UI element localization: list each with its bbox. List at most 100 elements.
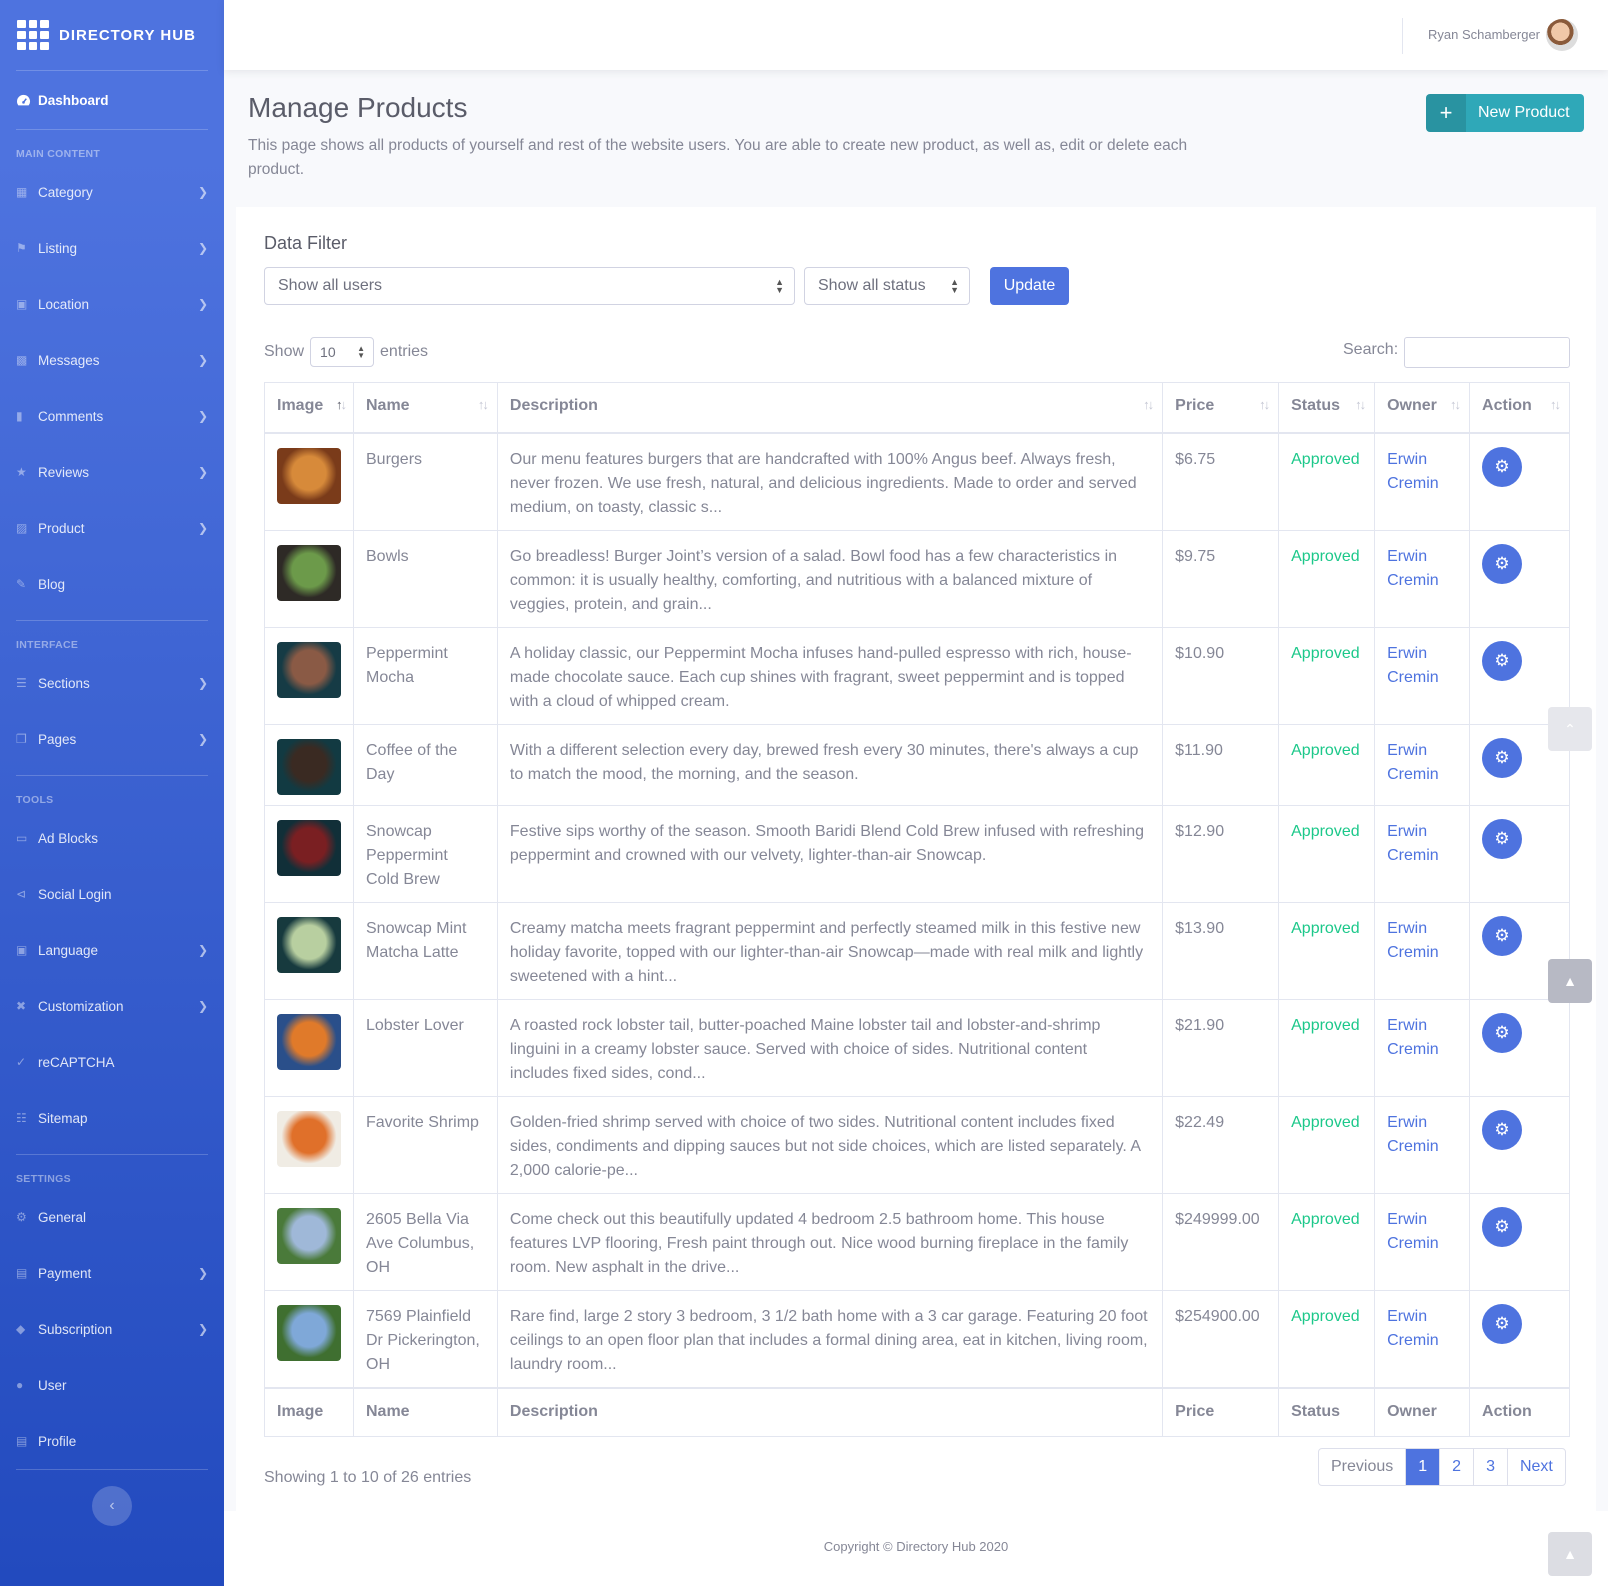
sidebar-item-recaptcha[interactable]: ✓ reCAPTCHA — [0, 1034, 224, 1090]
sidebar-item-product[interactable]: ▨ Product ❯ — [0, 500, 224, 556]
column-header[interactable]: Status ↑↓ — [1278, 382, 1376, 434]
brand-link[interactable]: DIRECTORY HUB — [0, 0, 224, 70]
sidebar-item-profile[interactable]: ▤ Profile — [0, 1413, 224, 1469]
row-action-button[interactable]: ⚙ — [1482, 915, 1523, 956]
sidebar-toggle-button[interactable]: ‹ — [92, 1486, 132, 1526]
product-thumbnail[interactable] — [277, 1013, 341, 1070]
column-header-label: Image — [277, 397, 324, 414]
product-thumbnail[interactable] — [277, 1207, 341, 1264]
update-button[interactable]: Update — [990, 267, 1069, 305]
pagination-previous[interactable]: Previous — [1319, 1449, 1405, 1485]
sidebar-item-payment[interactable]: ▤ Payment ❯ — [0, 1245, 224, 1301]
search-input[interactable] — [1404, 337, 1570, 368]
column-header[interactable]: Price ↑↓ — [1162, 382, 1280, 434]
product-thumbnail[interactable] — [277, 738, 341, 795]
sidebar-item-messages[interactable]: ▩ Messages ❯ — [0, 332, 224, 388]
column-header[interactable]: Action ↑↓ — [1469, 382, 1570, 434]
column-header[interactable]: Name ↑↓ — [353, 382, 498, 434]
owner-link[interactable]: Erwin Cremin — [1374, 723, 1471, 806]
scroll-to-top-button[interactable]: ▲ — [1548, 1532, 1592, 1576]
sidebar-item-customization[interactable]: ✖ Customization ❯ — [0, 978, 224, 1034]
sidebar-item-subscription[interactable]: ◆ Subscription ❯ — [0, 1301, 224, 1357]
scroll-up-button[interactable]: ▲ — [1548, 959, 1592, 1003]
chevron-right-icon: ❯ — [197, 521, 208, 535]
sidebar-item-user[interactable]: ● User — [0, 1357, 224, 1413]
scroll-up-button[interactable]: ⌃ — [1548, 707, 1592, 751]
owner-link[interactable]: Erwin Cremin — [1374, 529, 1471, 628]
sidebar-item-general[interactable]: ⚙ General — [0, 1189, 224, 1245]
product-thumbnail[interactable] — [277, 447, 341, 504]
status-cell: Approved — [1278, 529, 1376, 628]
status-cell: Approved — [1278, 626, 1376, 725]
sidebar-item-blog[interactable]: ✎ Blog — [0, 556, 224, 612]
table-row: Snowcap Peppermint Cold Brew Festive sips… — [264, 804, 1570, 903]
product-thumbnail[interactable] — [277, 916, 341, 973]
row-action-button[interactable]: ⚙ — [1482, 640, 1523, 681]
entries-length-select[interactable]: 10 ▲ ▼ — [310, 337, 375, 367]
sidebar-item-sections[interactable]: ☰ Sections ❯ — [0, 655, 224, 711]
owner-link[interactable]: Erwin Cremin — [1374, 626, 1471, 725]
price-cell: $21.90 — [1162, 998, 1280, 1097]
owner-link[interactable]: Erwin Cremin — [1374, 432, 1471, 531]
chevron-right-icon: ❯ — [197, 732, 208, 746]
column-header[interactable]: Description ↑↓ — [496, 382, 1164, 434]
row-action-button[interactable]: ⚙ — [1482, 1303, 1523, 1344]
sidebar-item-category[interactable]: ▦ Category ❯ — [0, 164, 224, 220]
column-header[interactable]: Owner ↑↓ — [1374, 382, 1471, 434]
column-header[interactable]: Image ↑↓ — [264, 382, 354, 434]
owner-link[interactable]: Erwin Cremin — [1374, 1095, 1471, 1194]
new-product-button[interactable]: + New Product — [1426, 94, 1584, 132]
product-thumbnail[interactable] — [277, 1110, 341, 1167]
language-icon: ▣ — [16, 943, 28, 957]
sidebar-item-label: reCAPTCHA — [38, 1054, 115, 1070]
name-cell: Favorite Shrimp — [353, 1095, 498, 1194]
owner-link[interactable]: Erwin Cremin — [1374, 1289, 1471, 1388]
chevron-right-icon: ❯ — [197, 409, 208, 423]
select-arrows-icon: ▲ ▼ — [357, 344, 366, 360]
sidebar-item-pages[interactable]: ❐ Pages ❯ — [0, 711, 224, 767]
status-filter-select[interactable]: Show all status ▲ ▼ — [804, 267, 970, 305]
users-filter-select[interactable]: Show all users ▲ ▼ — [264, 267, 795, 305]
image-cell — [264, 1192, 354, 1291]
cog-icon: ⚙ — [1494, 1119, 1510, 1139]
sidebar-item-listing[interactable]: ⚑ Listing ❯ — [0, 220, 224, 276]
pagination-next[interactable]: Next — [1506, 1449, 1565, 1485]
pagination-page-3[interactable]: 3 — [1473, 1449, 1507, 1485]
avatar[interactable] — [1546, 19, 1578, 51]
owner-link[interactable]: Erwin Cremin — [1374, 1192, 1471, 1291]
pagination-page-2[interactable]: 2 — [1439, 1449, 1473, 1485]
row-action-button[interactable]: ⚙ — [1482, 1012, 1523, 1053]
product-thumbnail[interactable] — [277, 641, 341, 698]
row-action-button[interactable]: ⚙ — [1482, 1109, 1523, 1150]
check-icon: ✓ — [16, 1055, 27, 1069]
row-action-button[interactable]: ⚙ — [1482, 446, 1523, 487]
status-cell: Approved — [1278, 901, 1376, 1000]
owner-link[interactable]: Erwin Cremin — [1374, 804, 1471, 903]
row-action-button[interactable]: ⚙ — [1482, 1206, 1523, 1247]
product-thumbnail[interactable] — [277, 1304, 341, 1361]
sidebar-item-label: Location — [38, 296, 90, 312]
user-name[interactable]: Ryan Schamberger — [1428, 27, 1540, 42]
row-action-button[interactable]: ⚙ — [1482, 737, 1523, 778]
sidebar-item-dashboard[interactable]: Dashboard — [0, 71, 224, 129]
product-thumbnail[interactable] — [277, 819, 341, 876]
owner-link[interactable]: Erwin Cremin — [1374, 998, 1471, 1097]
pagination-page-1[interactable]: 1 — [1405, 1449, 1440, 1485]
product-thumbnail[interactable] — [277, 544, 341, 601]
sidebar-item-language[interactable]: ▣ Language ❯ — [0, 922, 224, 978]
owner-link[interactable]: Erwin Cremin — [1374, 901, 1471, 1000]
sidebar-item-sitemap[interactable]: ☷ Sitemap — [0, 1090, 224, 1146]
row-action-button[interactable]: ⚙ — [1482, 818, 1523, 859]
sort-icon: ↑↓ — [1355, 397, 1366, 412]
sidebar-item-reviews[interactable]: ★ Reviews ❯ — [0, 444, 224, 500]
sidebar-item-social-login[interactable]: ⊲ Social Login — [0, 866, 224, 922]
sidebar-nav: MAIN CONTENT ▦ Category ❯ ⚑ Listing ❯ ▣ Location… — [0, 130, 224, 1469]
sidebar-item-comments[interactable]: ▮ Comments ❯ — [0, 388, 224, 444]
description-cell: Festive sips worthy of the season. Smoot… — [496, 804, 1164, 903]
name-cell: Snowcap Peppermint Cold Brew — [353, 804, 498, 903]
table-header-row: Image ↑↓ Name ↑↓ Description ↑↓ Price ↑↓ Status ↑… — [264, 382, 1570, 434]
row-action-button[interactable]: ⚙ — [1482, 543, 1523, 584]
sidebar-item-ad-blocks[interactable]: ▭ Ad Blocks — [0, 810, 224, 866]
table-row: Bowls Go breadless! Burger Joint’s versio… — [264, 529, 1570, 628]
sidebar-item-location[interactable]: ▣ Location ❯ — [0, 276, 224, 332]
